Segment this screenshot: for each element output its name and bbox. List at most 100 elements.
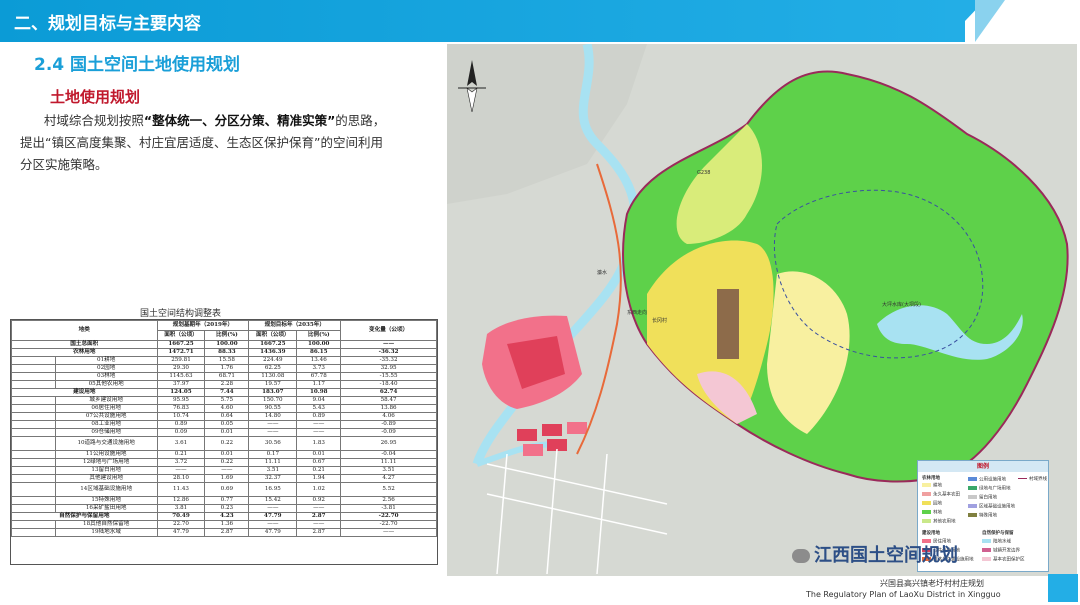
legend-boundary: 村域界线: [1018, 477, 1047, 482]
industrial-patch: [717, 289, 739, 359]
table-cell: 7.44: [204, 388, 250, 397]
footer-en: The Regulatory Plan of LaoXu District in…: [806, 590, 1001, 599]
legend-item: 基本农田保护区: [982, 557, 1025, 563]
header-ratio: 比例(%): [296, 330, 342, 341]
table-cell: [11, 458, 56, 467]
table-row: 19陆地水域 47.79 2.87 47.79 2.87 ——: [11, 528, 437, 537]
legend-item: 永久基本农田: [922, 492, 960, 498]
table-cell: 1667.25: [248, 340, 298, 349]
table-cell: 11公用设施用地: [54, 450, 158, 459]
table-row: 自然保护与保留用地 70.49 4.23 47.79 2.87 -22.70: [11, 512, 437, 521]
table-cell: 1.94: [296, 474, 342, 483]
legend-item: 耕地: [922, 483, 942, 489]
table-cell: [11, 356, 56, 365]
table-cell: 67.78: [296, 372, 342, 381]
table-cell: 100.00: [204, 340, 250, 349]
table-cell: 5.52: [340, 482, 437, 497]
table-cell: 01耕地: [54, 356, 158, 365]
legend-item: 城镇开发边界: [982, 548, 1020, 554]
footer-bar: [1048, 574, 1078, 602]
table-cell: 62.74: [340, 388, 437, 397]
legend-item: 区域基础设施用地: [968, 504, 1015, 510]
para-line-3: 分区实施策略。: [20, 157, 108, 172]
table-cell: 1436.39: [248, 348, 298, 357]
legend-label: 城镇开发边界: [993, 548, 1020, 554]
table-cell: -36.32: [340, 348, 437, 357]
table-cell: 0.17: [248, 450, 298, 459]
table-cell: 19.57: [248, 380, 298, 389]
table-cell: [11, 474, 56, 483]
legend-swatch: [968, 477, 977, 481]
table-cell: 1.17: [296, 380, 342, 389]
table-cell: 5.43: [296, 404, 342, 413]
table-cell: 3.51: [248, 466, 298, 475]
table-cell: 城乡建设用地: [54, 396, 158, 405]
table-row: 11公用设施用地 0.21 0.01 0.17 0.01 -0.04: [11, 450, 437, 459]
table-row: 05其他农用地 37.97 2.28 19.57 1.17 -18.40: [11, 380, 437, 389]
table-cell: 3.73: [296, 364, 342, 373]
dev-block: [567, 422, 587, 434]
table-cell: 12绿地与广场用地: [54, 458, 158, 467]
table-cell: [11, 520, 56, 529]
table-cell: 124.05: [156, 388, 206, 397]
header-base-year: 规划基期年（2019年）: [156, 320, 250, 331]
table-cell: 19陆地水域: [54, 528, 158, 537]
table-cell: 14.80: [248, 412, 298, 421]
table-cell: [11, 436, 56, 451]
table-cell: -18.40: [340, 380, 437, 389]
table-cell: -35.32: [340, 356, 437, 365]
legend-label: 基本农田保护区: [993, 557, 1025, 563]
table-cell: [11, 466, 56, 475]
legend-label: 耕地: [933, 483, 942, 489]
legend-label: 陆地水域: [993, 539, 1011, 545]
table-cell: 0.64: [204, 412, 250, 421]
table-row: 16采矿盐田用地 3.81 0.23 —— —— -3.81: [11, 504, 437, 513]
table-cell: 32.37: [248, 474, 298, 483]
table-cell: ——: [248, 420, 298, 429]
table-row: 13留白用地 —— —— 3.51 0.21 3.51: [11, 466, 437, 475]
table-cell: 3.81: [156, 504, 206, 513]
table-cell: 13.46: [296, 356, 342, 365]
table-cell: 05其他农用地: [54, 380, 158, 389]
watermark: 江西国土空间规划: [792, 541, 958, 567]
table-row: 国土总面积 1667.25 100.00 1667.25 100.00 ——: [11, 340, 437, 349]
table-cell: ——: [248, 520, 298, 529]
table-cell: [11, 482, 56, 497]
legend-item: 特殊用地: [968, 513, 997, 519]
legend-swatch: [968, 504, 977, 508]
table-cell: ——: [296, 504, 342, 513]
table-cell: 0.69: [204, 482, 250, 497]
table-cell: 15特殊用地: [54, 496, 158, 505]
legend-nature-heading: 自然保护与保留: [982, 531, 1014, 536]
table-cell: ——: [296, 428, 342, 437]
table-cell: 06居住用地: [54, 404, 158, 413]
legend-item: 其他农用地: [922, 519, 956, 525]
header-area: 面积（公顷）: [248, 330, 298, 341]
table-cell: 0.01: [204, 428, 250, 437]
table-cell: [11, 420, 56, 429]
table-cell: [11, 380, 56, 389]
table-cell: ——: [204, 466, 250, 475]
legend-label: 留白用地: [979, 495, 997, 501]
legend-item: 园地: [922, 501, 942, 507]
table-cell: 0.05: [204, 420, 250, 429]
table-cell: 0.01: [296, 450, 342, 459]
table-cell: 0.92: [296, 496, 342, 505]
table-cell: 183.07: [248, 388, 298, 397]
table-cell: [11, 412, 56, 421]
header-change: 变化量（公顷）: [340, 320, 437, 341]
table-cell: 9.04: [296, 396, 342, 405]
table-row: 14区域基础设施用地 11.43 0.69 16.95 1.02 5.52: [11, 482, 437, 497]
legend-item: 公用设施用地: [968, 477, 1006, 483]
table-cell: 30.56: [248, 436, 298, 451]
table-cell: 15.58: [204, 356, 250, 365]
legend-agri-heading: 农林用地: [922, 476, 940, 481]
table-cell: 3.72: [156, 458, 206, 467]
legend-label: 村域界线: [1029, 477, 1047, 482]
legend-swatch: [982, 548, 991, 552]
table-cell: [11, 372, 56, 381]
table-cell: 07公共设施用地: [54, 412, 158, 421]
table-cell: 47.79: [248, 528, 298, 537]
table-cell: 4.23: [204, 512, 250, 521]
table-cell: 1472.71: [156, 348, 206, 357]
